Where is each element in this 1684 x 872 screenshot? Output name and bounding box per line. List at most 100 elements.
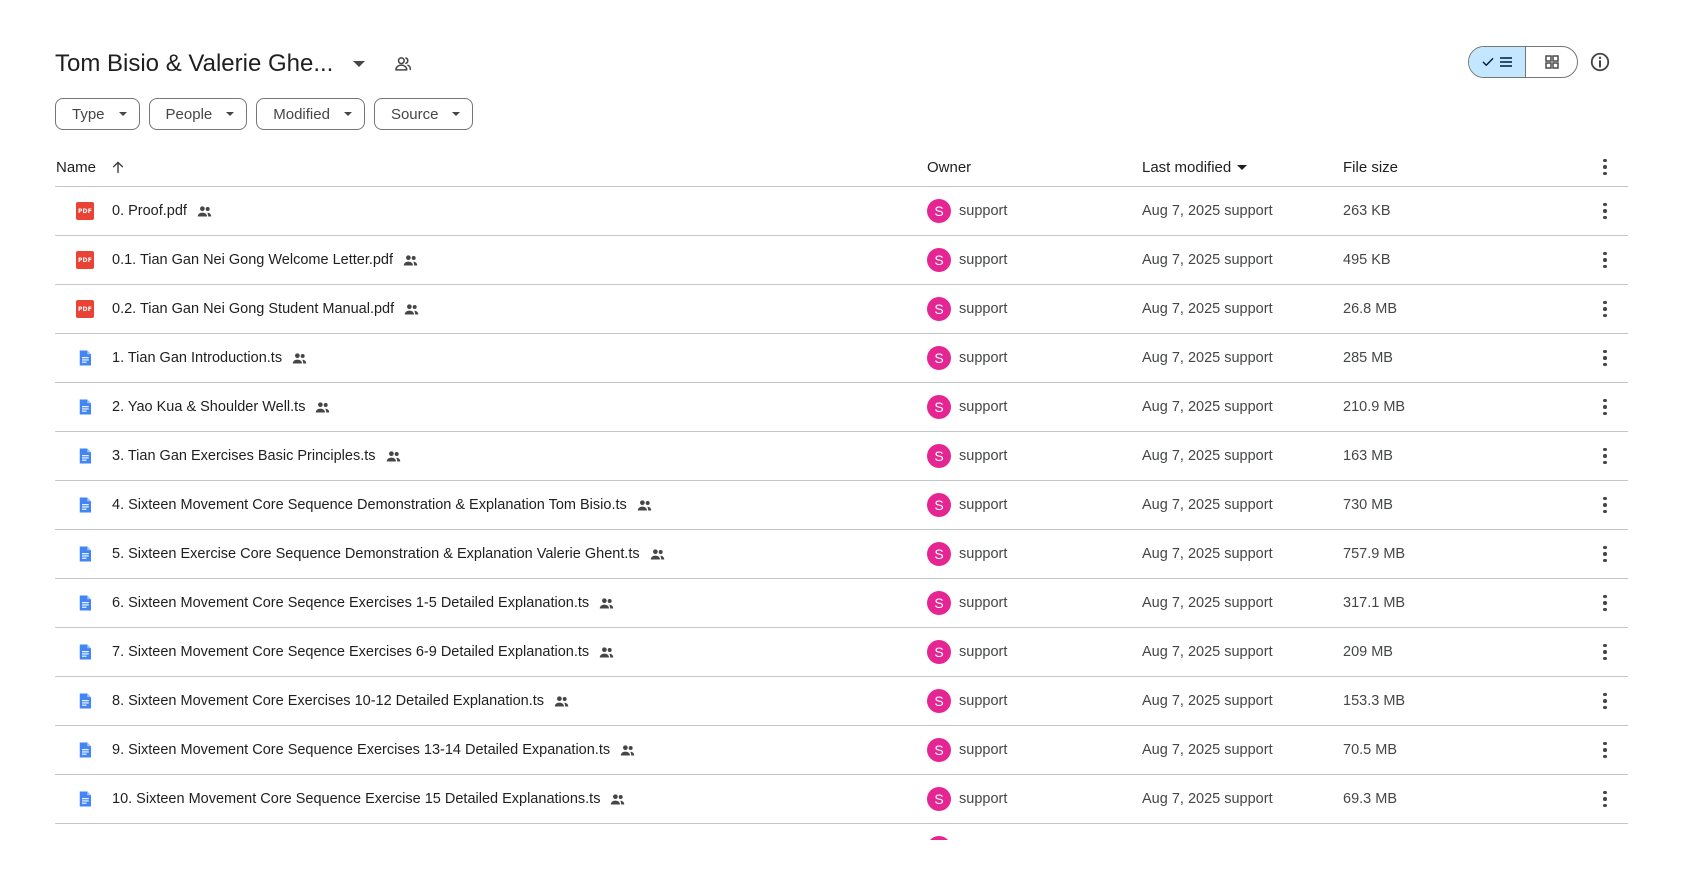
file-row[interactable]: PDF 0.1. Tian Gan Nei Gong Welcome Letter… [55, 236, 1628, 285]
file-name-cell[interactable]: 10. Sixteen Movement Core Sequence Exerc… [112, 775, 626, 823]
file-name-cell[interactable]: 0. Proof.pdf [112, 187, 213, 235]
last-modified-text: Aug 7, 2025 support [1142, 742, 1273, 758]
owner-column-header: Owner [927, 148, 971, 186]
file-row[interactable]: PDF 0.2. Tian Gan Nei Gong Student Manual… [55, 285, 1628, 334]
row-more-actions-button[interactable] [1593, 236, 1617, 284]
row-more-actions-button[interactable] [1593, 530, 1617, 578]
shared-people-icon [403, 301, 420, 318]
row-more-actions-button[interactable] [1593, 383, 1617, 431]
row-more-actions-button[interactable] [1593, 432, 1617, 480]
file-row[interactable]: 6. Sixteen Movement Core Seqence Exercis… [55, 579, 1628, 628]
name-column-header[interactable]: Name [56, 148, 126, 186]
file-size-text: 730 MB [1343, 497, 1393, 513]
file-name[interactable]: 1. Tian Gan Introduction.ts [112, 350, 282, 366]
file-name-cell[interactable]: 1. Tian Gan Introduction.ts [112, 334, 308, 382]
last-modified-cell: Aug 7, 2025 support [1142, 628, 1273, 676]
avatar: S [927, 346, 951, 370]
row-more-actions-button[interactable] [1593, 187, 1617, 235]
row-more-actions-button[interactable] [1593, 775, 1617, 823]
list-view-button[interactable] [1469, 47, 1526, 77]
file-name-cell[interactable]: 5. Sixteen Exercise Core Sequence Demons… [112, 530, 666, 578]
file-name-cell[interactable]: 4. Sixteen Movement Core Sequence Demons… [112, 481, 653, 529]
file-name-cell[interactable]: 2. Yao Kua & Shoulder Well.ts [112, 383, 331, 431]
row-more-actions-button[interactable] [1593, 726, 1617, 774]
pdf-badge-icon: PDF [76, 251, 94, 269]
file-name-cell[interactable]: 3. Tian Gan Exercises Basic Principles.t… [112, 432, 402, 480]
folder-title[interactable]: Tom Bisio & Valerie Ghe... [55, 50, 333, 78]
owner-header-label: Owner [927, 158, 972, 176]
document-file-icon [76, 790, 94, 808]
file-size-cell: 144.9 MB [1343, 824, 1405, 840]
file-size-cell: 757.9 MB [1343, 530, 1405, 578]
caret-down-icon [343, 112, 352, 116]
pdf-file-icon: PDF [76, 300, 94, 318]
row-more-actions-button[interactable] [1593, 824, 1617, 840]
file-name[interactable]: 2. Yao Kua & Shoulder Well.ts [112, 399, 305, 415]
column-options-button[interactable] [1593, 148, 1617, 186]
file-name[interactable]: 10. Sixteen Movement Core Sequence Exerc… [112, 791, 600, 807]
row-more-actions-button[interactable] [1593, 481, 1617, 529]
row-more-actions-button[interactable] [1593, 579, 1617, 627]
owner-cell: Ssupport [927, 187, 1007, 235]
avatar: S [927, 738, 951, 762]
more-vert-icon [1603, 202, 1607, 220]
file-name-cell[interactable]: 0.1. Tian Gan Nei Gong Welcome Letter.pd… [112, 236, 419, 284]
row-more-actions-button[interactable] [1593, 285, 1617, 333]
last-modified-text: Aug 7, 2025 support [1142, 301, 1273, 317]
row-more-actions-button[interactable] [1593, 677, 1617, 725]
file-row[interactable]: PDF 0. Proof.pdf Ssupport Aug 7, 2025 suppo… [55, 187, 1628, 236]
file-row[interactable]: 4. Sixteen Movement Core Sequence Demons… [55, 481, 1628, 530]
grid-view-button[interactable] [1526, 47, 1577, 77]
filter-modified-chip[interactable]: Modified [256, 98, 365, 130]
file-row[interactable]: 5. Sixteen Exercise Core Sequence Demons… [55, 530, 1628, 579]
file-row[interactable]: 10. Sixteen Movement Core Sequence Exerc… [55, 775, 1628, 824]
file-row[interactable]: 2. Yao Kua & Shoulder Well.ts Ssupport Aug… [55, 383, 1628, 432]
info-button[interactable] [1588, 50, 1612, 74]
filter-type-chip[interactable]: Type [55, 98, 140, 130]
file-row[interactable]: 11. Sixteen Movement Core Sequence Exerc… [55, 824, 1628, 840]
file-name[interactable]: 0.1. Tian Gan Nei Gong Welcome Letter.pd… [112, 252, 393, 268]
file-name-cell[interactable]: 8. Sixteen Movement Core Exercises 10-12… [112, 677, 570, 725]
filter-source-chip[interactable]: Source [373, 98, 474, 130]
owner-name: support [959, 644, 1008, 660]
file-name[interactable]: 5. Sixteen Exercise Core Sequence Demons… [112, 546, 640, 562]
file-name-cell[interactable]: 9. Sixteen Movement Core Sequence Exerci… [112, 726, 636, 774]
file-name[interactable]: 6. Sixteen Movement Core Seqence Exercis… [112, 595, 589, 611]
file-name[interactable]: 3. Tian Gan Exercises Basic Principles.t… [112, 448, 376, 464]
last-modified-text: Aug 7, 2025 support [1142, 595, 1273, 611]
owner-name: support [959, 252, 1008, 268]
file-name-cell[interactable]: 7. Sixteen Movement Core Seqence Exercis… [112, 628, 615, 676]
file-row[interactable]: 1. Tian Gan Introduction.ts Ssupport Aug 7… [55, 334, 1628, 383]
last-modified-column-header[interactable]: Last modified [1142, 148, 1248, 186]
file-name[interactable]: 8. Sixteen Movement Core Exercises 10-12… [112, 693, 544, 709]
file-size-text: 317.1 MB [1343, 595, 1406, 611]
file-name[interactable]: 4. Sixteen Movement Core Sequence Demons… [112, 497, 627, 513]
shared-people-icon [601, 840, 618, 841]
file-name-cell[interactable]: 6. Sixteen Movement Core Seqence Exercis… [112, 579, 615, 627]
owner-cell: Ssupport [927, 334, 1007, 382]
file-row[interactable]: 7. Sixteen Movement Core Seqence Exercis… [55, 628, 1628, 677]
caret-down-icon[interactable] [353, 61, 366, 67]
file-name-cell[interactable]: 11. Sixteen Movement Core Sequence Exerc… [112, 824, 618, 840]
shared-people-icon [649, 546, 666, 563]
more-vert-icon [1603, 692, 1607, 710]
file-name[interactable]: 7. Sixteen Movement Core Seqence Exercis… [112, 644, 589, 660]
document-file-icon [76, 398, 94, 416]
more-vert-icon [1603, 643, 1607, 661]
row-more-actions-button[interactable] [1593, 628, 1617, 676]
file-name[interactable]: 0. Proof.pdf [112, 203, 187, 219]
arrow-up-icon[interactable] [110, 159, 126, 175]
file-row[interactable]: 3. Tian Gan Exercises Basic Principles.t… [55, 432, 1628, 481]
row-more-actions-button[interactable] [1593, 334, 1617, 382]
file-row[interactable]: 8. Sixteen Movement Core Exercises 10-12… [55, 677, 1628, 726]
last-modified-text: Aug 7, 2025 support [1142, 350, 1273, 366]
file-name[interactable]: 9. Sixteen Movement Core Sequence Exerci… [112, 742, 610, 758]
shared-people-icon [609, 791, 626, 808]
file-name[interactable]: 0.2. Tian Gan Nei Gong Student Manual.pd… [112, 301, 394, 317]
owner-name: support [959, 595, 1008, 611]
file-row[interactable]: 9. Sixteen Movement Core Sequence Exerci… [55, 726, 1628, 775]
file-size-cell: 70.5 MB [1343, 726, 1397, 774]
filter-people-chip[interactable]: People [148, 98, 248, 130]
file-name-cell[interactable]: 0.2. Tian Gan Nei Gong Student Manual.pd… [112, 285, 420, 333]
last-modified-text: Aug 7, 2025 support [1142, 546, 1273, 562]
